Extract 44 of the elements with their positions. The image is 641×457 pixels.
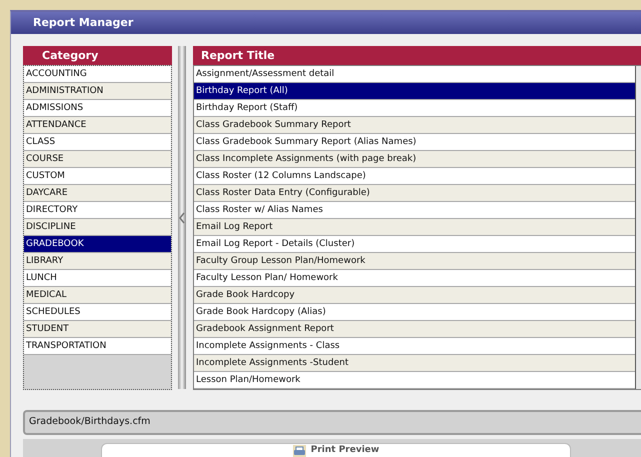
category-item[interactable]: GRADEBOOK [24, 236, 171, 253]
category-item[interactable]: TRANSPORTATION [24, 338, 171, 355]
category-item[interactable]: ADMINISTRATION [24, 83, 171, 100]
report-item[interactable]: Class Gradebook Summary Report [194, 117, 635, 134]
scrollbar[interactable] [635, 66, 641, 389]
category-item[interactable]: DIRECTORY [24, 202, 171, 219]
print-preview-button[interactable]: Print Preview [101, 443, 571, 457]
category-item[interactable]: DISCIPLINE [24, 219, 171, 236]
category-item[interactable]: MEDICAL [24, 287, 171, 304]
report-item[interactable]: Grade Book Hardcopy (Alias) [194, 304, 635, 321]
category-item[interactable]: ADMISSIONS [24, 100, 171, 117]
category-item[interactable]: LIBRARY [24, 253, 171, 270]
category-item[interactable]: STUDENT [24, 321, 171, 338]
report-item[interactable]: Class Incomplete Assignments (with page break) [194, 151, 635, 168]
report-item[interactable]: Birthday Report (All) [194, 83, 635, 100]
report-item[interactable]: Faculty Group Lesson Plan/Homework [194, 253, 635, 270]
column-header: Report Title [193, 46, 641, 65]
category-item[interactable]: DAYCARE [24, 185, 171, 202]
splitter-handle[interactable] [178, 46, 186, 389]
category-item[interactable]: COURSE [24, 151, 171, 168]
window-title: Report Manager [11, 12, 641, 34]
report-item[interactable]: Assignment/Assessment detail [194, 66, 635, 83]
report-item[interactable]: Class Roster w/ Alias Names [194, 202, 635, 219]
report-item[interactable]: Birthday Report (Staff) [194, 100, 635, 117]
path-field: Gradebook/Birthdays.cfm [23, 410, 641, 435]
report-item[interactable]: Grade Book Hardcopy [194, 287, 635, 304]
column-header: Category [23, 46, 172, 65]
report-item[interactable]: Incomplete Assignments -Student [194, 355, 635, 372]
report-item[interactable]: Email Log Report [194, 219, 635, 236]
report-item[interactable]: Class Roster Data Entry (Configurable) [194, 185, 635, 202]
category-item[interactable]: CUSTOM [24, 168, 171, 185]
category-item[interactable]: ATTENDANCE [24, 117, 171, 134]
category-item[interactable]: LUNCH [24, 270, 171, 287]
category-item[interactable]: ACCOUNTING [24, 66, 171, 83]
report-item[interactable]: Class Gradebook Summary Report (Alias Names) [194, 134, 635, 151]
report-item[interactable]: Gradebook Assignment Report [194, 321, 635, 338]
report-item[interactable]: Email Log Report - Details (Cluster) [194, 236, 635, 253]
report-item[interactable]: Incomplete Assignments - Class [194, 338, 635, 355]
category-item[interactable]: CLASS [24, 134, 171, 151]
report-item[interactable]: Lesson Plan/Homework [194, 372, 635, 389]
category-item[interactable]: SCHEDULES [24, 304, 171, 321]
report-item[interactable]: Class Roster (12 Columns Landscape) [194, 168, 635, 185]
report-item[interactable]: Faculty Lesson Plan/ Homework [194, 270, 635, 287]
printer-icon [292, 445, 306, 457]
